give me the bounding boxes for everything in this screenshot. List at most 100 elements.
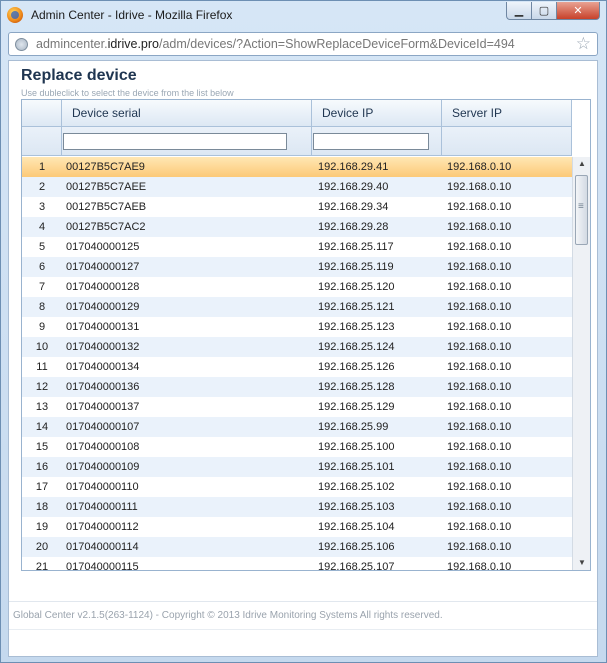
- table-row[interactable]: 20 017040000114 192.168.25.106 192.168.0.10: [22, 537, 572, 557]
- device-ip-cell: 192.168.25.102: [318, 481, 395, 493]
- table-row[interactable]: 1 00127B5C7AE9 192.168.29.41 192.168.0.10: [22, 157, 572, 177]
- device-serial-cell: 017040000128: [66, 281, 140, 293]
- server-ip-cell: 192.168.0.10: [447, 321, 512, 333]
- device-ip-cell: 192.168.25.107: [318, 561, 395, 571]
- url-text[interactable]: admincenter.idrive.pro/adm/devices/?Acti…: [36, 37, 515, 51]
- row-index-cell: 8: [38, 301, 46, 313]
- title-bar: Admin Center - Idrive - Mozilla Firefox …: [1, 1, 606, 29]
- device-ip-cell: 192.168.25.106: [318, 541, 395, 553]
- device-ip-cell: 192.168.25.119: [318, 261, 394, 273]
- server-ip-cell: 192.168.0.10: [447, 161, 512, 173]
- scroll-up-icon[interactable]: ▲: [573, 157, 590, 171]
- table-row[interactable]: 8 017040000129 192.168.25.121 192.168.0.10: [22, 297, 572, 317]
- device-serial-cell: 017040000127: [66, 261, 140, 273]
- device-ip-cell: 192.168.29.41: [318, 161, 389, 173]
- device-ip-cell: 192.168.25.121: [318, 301, 395, 313]
- device-serial-cell: 017040000110: [66, 481, 139, 493]
- close-button[interactable]: ✕: [557, 2, 600, 20]
- server-ip-cell: 192.168.0.10: [447, 521, 512, 533]
- server-ip-cell: 192.168.0.10: [447, 441, 512, 453]
- device-serial-cell: 017040000129: [66, 301, 140, 313]
- table-row[interactable]: 3 00127B5C7AEB 192.168.29.34 192.168.0.10: [22, 197, 572, 217]
- row-index-cell: 17: [35, 481, 49, 493]
- device-serial-cell: 017040000108: [66, 441, 140, 453]
- table-row[interactable]: 19 017040000112 192.168.25.104 192.168.0.10: [22, 517, 572, 537]
- table-row[interactable]: 12 017040000136 192.168.25.128 192.168.0.10: [22, 377, 572, 397]
- table-row[interactable]: 21 017040000115 192.168.25.107 192.168.0.10: [22, 557, 572, 571]
- server-ip-cell: 192.168.0.10: [447, 241, 512, 253]
- footer-text: Global Center v2.1.5(263-1124) - Copyrig…: [13, 610, 443, 621]
- page-hint: Use dubleclick to select the device from…: [21, 88, 234, 98]
- star-icon[interactable]: ☆: [576, 35, 591, 53]
- server-ip-cell: 192.168.0.10: [447, 501, 512, 513]
- server-ip-cell: 192.168.0.10: [447, 281, 512, 293]
- scroll-thumb[interactable]: [575, 175, 588, 245]
- header-device-serial[interactable]: Device serial: [62, 100, 312, 127]
- maximize-button[interactable]: ▢: [532, 2, 557, 20]
- table-row[interactable]: 15 017040000108 192.168.25.100 192.168.0.10: [22, 437, 572, 457]
- table-row[interactable]: 14 017040000107 192.168.25.99 192.168.0.10: [22, 417, 572, 437]
- server-ip-cell: 192.168.0.10: [447, 341, 512, 353]
- server-ip-cell: 192.168.0.10: [447, 181, 512, 193]
- table-row[interactable]: 7 017040000128 192.168.25.120 192.168.0.10: [22, 277, 572, 297]
- header-device-ip[interactable]: Device IP: [312, 100, 442, 127]
- header-index: [22, 100, 62, 127]
- row-index-cell: 6: [38, 261, 46, 273]
- table-row[interactable]: 10 017040000132 192.168.25.124 192.168.0.10: [22, 337, 572, 357]
- device-serial-cell: 017040000136: [66, 381, 140, 393]
- grid-header: Device serial Device IP Server IP: [22, 100, 572, 127]
- server-ip-cell: 192.168.0.10: [447, 421, 512, 433]
- device-ip-cell: 192.168.25.120: [318, 281, 395, 293]
- device-ip-cell: 192.168.25.99: [318, 421, 389, 433]
- scroll-down-icon[interactable]: ▼: [573, 556, 590, 570]
- row-index-cell: 20: [35, 541, 49, 553]
- header-server-ip[interactable]: Server IP: [442, 100, 572, 127]
- table-row[interactable]: 13 017040000137 192.168.25.129 192.168.0.10: [22, 397, 572, 417]
- table-row[interactable]: 6 017040000127 192.168.25.119 192.168.0.10: [22, 257, 572, 277]
- device-ip-filter-input[interactable]: [313, 133, 429, 150]
- table-row[interactable]: 5 017040000125 192.168.25.117 192.168.0.10: [22, 237, 572, 257]
- device-serial-cell: 00127B5C7AEE: [66, 181, 147, 193]
- device-ip-cell: 192.168.25.129: [318, 401, 395, 413]
- grid-scrollbar[interactable]: ▲ ▼: [572, 157, 590, 570]
- row-index-cell: 3: [38, 201, 46, 213]
- table-row[interactable]: 16 017040000109 192.168.25.101 192.168.0.10: [22, 457, 572, 477]
- row-index-cell: 15: [35, 441, 49, 453]
- device-ip-cell: 192.168.25.100: [318, 441, 395, 453]
- table-row[interactable]: 4 00127B5C7AC2 192.168.29.28 192.168.0.10: [22, 217, 572, 237]
- globe-icon: [15, 37, 28, 51]
- server-ip-cell: 192.168.0.10: [447, 541, 512, 553]
- server-ip-cell: 192.168.0.10: [447, 481, 512, 493]
- device-serial-filter-input[interactable]: [63, 133, 287, 150]
- device-serial-cell: 017040000134: [66, 361, 140, 373]
- row-index-cell: 19: [35, 521, 49, 533]
- row-index-cell: 13: [35, 401, 49, 413]
- address-bar[interactable]: admincenter.idrive.pro/adm/devices/?Acti…: [8, 32, 598, 56]
- device-serial-cell: 017040000137: [66, 401, 140, 413]
- table-row[interactable]: 2 00127B5C7AEE 192.168.29.40 192.168.0.10: [22, 177, 572, 197]
- footer-divider: [9, 601, 597, 602]
- server-ip-cell: 192.168.0.10: [447, 201, 512, 213]
- device-serial-cell: 017040000107: [66, 421, 140, 433]
- page-content: Replace device Use dubleclick to select …: [8, 60, 598, 657]
- table-row[interactable]: 9 017040000131 192.168.25.123 192.168.0.10: [22, 317, 572, 337]
- server-ip-cell: 192.168.0.10: [447, 361, 512, 373]
- table-row[interactable]: 11 017040000134 192.168.25.126 192.168.0.10: [22, 357, 572, 377]
- server-ip-cell: 192.168.0.10: [447, 401, 512, 413]
- window-title: Admin Center - Idrive - Mozilla Firefox: [31, 8, 233, 22]
- server-ip-cell: 192.168.0.10: [447, 461, 512, 473]
- table-row[interactable]: 18 017040000111 192.168.25.103 192.168.0.10: [22, 497, 572, 517]
- minimize-button[interactable]: ▁: [506, 2, 532, 20]
- device-ip-cell: 192.168.25.128: [318, 381, 395, 393]
- row-index-cell: 10: [35, 341, 49, 353]
- table-row[interactable]: 17 017040000110 192.168.25.102 192.168.0.10: [22, 477, 572, 497]
- row-index-cell: 21: [35, 561, 49, 571]
- device-serial-cell: 017040000115: [66, 561, 139, 571]
- firefox-icon: [7, 7, 23, 23]
- device-serial-cell: 00127B5C7AC2: [66, 221, 146, 233]
- row-index-cell: 7: [38, 281, 46, 293]
- server-ip-cell: 192.168.0.10: [447, 381, 512, 393]
- server-ip-cell: 192.168.0.10: [447, 221, 512, 233]
- device-serial-cell: 00127B5C7AE9: [66, 161, 145, 173]
- server-ip-cell: 192.168.0.10: [447, 561, 512, 571]
